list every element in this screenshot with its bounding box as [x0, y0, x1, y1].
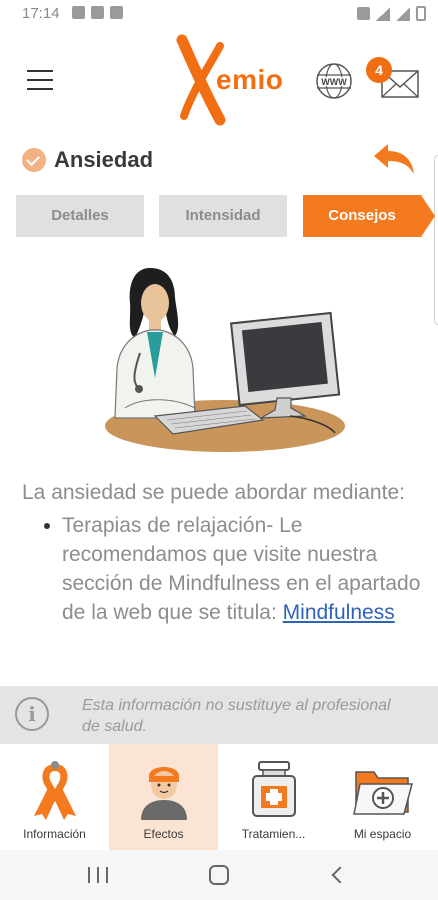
- medicine-icon: [252, 761, 296, 817]
- side-scroll-handle[interactable]: [434, 155, 438, 325]
- list-item: Terapias de relajación- Le recomendamos …: [22, 511, 422, 627]
- status-time: 17:14: [22, 5, 60, 22]
- gallery-notification-icon: [72, 6, 85, 19]
- signal-icon: [376, 6, 390, 21]
- nav-label-tratamiento: Tratamien...: [241, 827, 306, 841]
- app-bar: emio WWW 4: [0, 28, 438, 138]
- advice-content: La ansiedad se puede abordar mediante: T…: [22, 478, 422, 627]
- web-icon[interactable]: WWW: [314, 61, 354, 101]
- doctor-illustration: [95, 258, 345, 468]
- status-bar: 17:14: [0, 0, 438, 28]
- status-system-icons: [357, 6, 426, 21]
- nav-label-informacion: Información: [23, 827, 86, 841]
- system-nav-bar: [0, 850, 438, 900]
- svg-text:WWW: WWW: [321, 77, 347, 87]
- mail-button[interactable]: 4: [366, 57, 422, 103]
- check-icon: [22, 148, 46, 172]
- tab-bar: Detalles Intensidad Consejos: [16, 195, 435, 237]
- nav-item-tratamiento[interactable]: Tratamien...: [219, 744, 328, 850]
- nav-item-informacion[interactable]: Información: [0, 744, 109, 850]
- advice-intro: La ansiedad se puede abordar mediante:: [22, 481, 405, 504]
- system-back-icon[interactable]: [331, 866, 349, 884]
- patient-icon: [141, 767, 187, 820]
- alarm-icon: [357, 7, 370, 20]
- app-logo: emio: [172, 32, 284, 127]
- nav-item-efectos[interactable]: Efectos: [109, 744, 218, 850]
- tab-consejos[interactable]: Consejos: [303, 195, 435, 237]
- page-title: Ansiedad: [54, 147, 154, 172]
- folder-add-icon: [353, 771, 413, 815]
- nav-label-efectos: Efectos: [143, 827, 184, 841]
- nav-label-mi-espacio: Mi espacio: [353, 827, 412, 841]
- nav-item-mi-espacio[interactable]: Mi espacio: [328, 744, 437, 850]
- battery-icon: [416, 6, 426, 21]
- advice-list: Terapias de relajación- Le recomendamos …: [22, 511, 422, 627]
- info-icon: i: [15, 697, 49, 731]
- disclaimer-text: Esta información no sustituye al profesi…: [82, 697, 391, 735]
- ribbon-icon: [34, 761, 76, 820]
- notification-badge: 4: [366, 57, 392, 83]
- recent-apps-icon[interactable]: [88, 867, 108, 883]
- section-header: Ansiedad: [0, 138, 438, 182]
- tab-detalles[interactable]: Detalles: [16, 195, 144, 237]
- back-arrow-icon[interactable]: [370, 142, 418, 178]
- signal-icon-2: [396, 6, 410, 21]
- tab-intensidad[interactable]: Intensidad: [159, 195, 287, 237]
- home-icon[interactable]: [209, 865, 229, 885]
- status-notification-icons: [72, 6, 123, 19]
- check-notification-icon: [110, 6, 123, 19]
- menu-icon[interactable]: [27, 70, 53, 90]
- mindfulness-link[interactable]: Mindfulness: [283, 601, 395, 624]
- logo-text: emio: [216, 64, 284, 95]
- bottom-nav: Información Efectos Tratamien... Mi espa…: [0, 744, 438, 850]
- disclaimer-banner: i Esta información no sustituye al profe…: [0, 686, 438, 744]
- download-notification-icon: [91, 6, 104, 19]
